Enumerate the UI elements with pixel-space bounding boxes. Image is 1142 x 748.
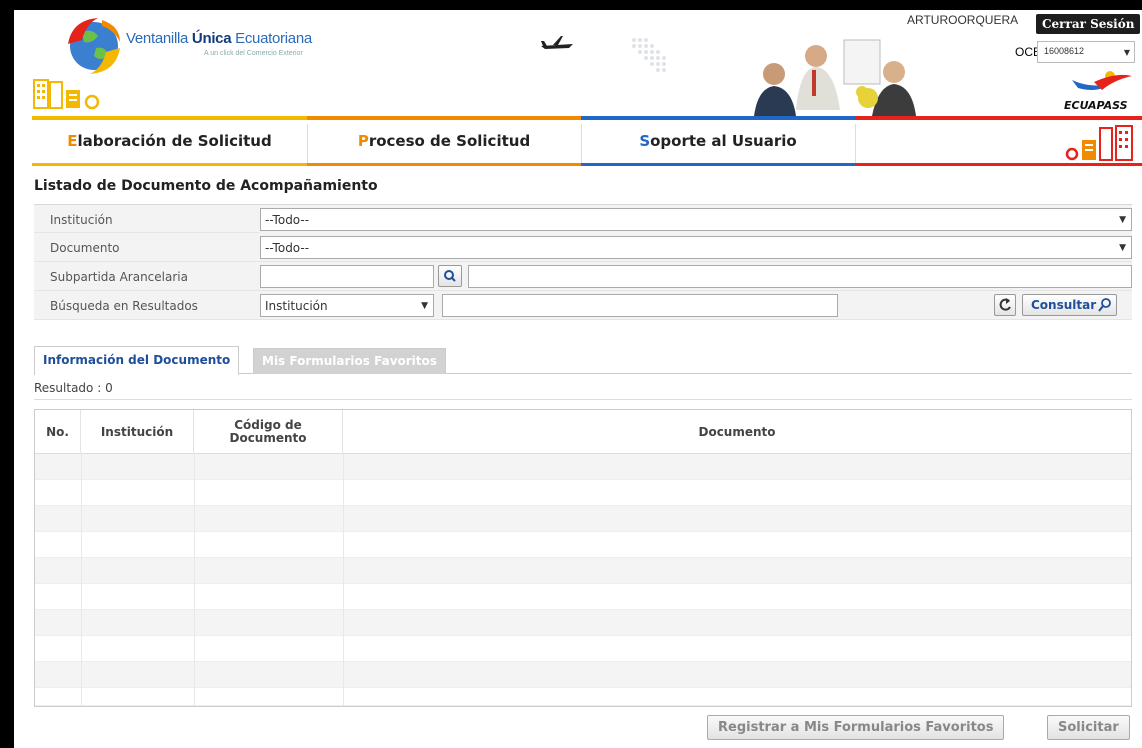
- logo-wordmark: Ventanilla Única Ecuatoriana: [126, 30, 312, 47]
- nav-item-proceso[interactable]: Proceso de Solicitud: [307, 116, 581, 166]
- nav-underline: [581, 163, 855, 166]
- busqueda-label: Búsqueda en Resultados: [50, 299, 198, 313]
- subpartida-label: Subpartida Arancelaria: [50, 270, 188, 284]
- nav-underline: [32, 163, 307, 166]
- subpartida-search-button[interactable]: [438, 265, 462, 287]
- filter-row-busqueda: Búsqueda en Resultados Institución ▼ Con…: [34, 291, 1132, 320]
- nav-accent-bar: [307, 116, 581, 120]
- app-frame: Ventanilla Única Ecuatoriana A un click …: [14, 10, 1142, 748]
- nav-accent-bar: [855, 116, 1142, 120]
- refresh-button[interactable]: [994, 294, 1016, 316]
- column-header-institucion[interactable]: Institución: [81, 410, 194, 454]
- institucion-select[interactable]: --Todo-- ▼: [260, 208, 1132, 231]
- tab-bar: Información del Documento Mis Formulario…: [34, 346, 1132, 375]
- nav-underline: [855, 163, 1142, 166]
- nav-item-elaboracion[interactable]: Elaboración de Solicitud: [32, 116, 307, 166]
- filter-form: Institución --Todo-- ▼ Documento --Todo-…: [34, 204, 1132, 320]
- column-header-documento[interactable]: Documento: [343, 410, 1131, 454]
- column-divider: [194, 454, 195, 706]
- ecuapass-swoosh-icon: [1072, 71, 1132, 90]
- filter-cell: Institución ▼ Consultar: [260, 291, 1132, 319]
- chevron-down-icon: ▼: [1119, 215, 1126, 225]
- nav-accent-bar: [32, 116, 307, 120]
- busqueda-field-select[interactable]: Institución ▼: [260, 294, 434, 317]
- building-document-red-icons: [1065, 125, 1133, 161]
- table-row: [35, 454, 1131, 480]
- table-row: [35, 636, 1131, 662]
- oce-select[interactable]: 16008612 ▼: [1037, 41, 1135, 63]
- institucion-label: Institución: [50, 213, 113, 227]
- building-document-icons: [33, 79, 100, 110]
- tab-mis-formularios-favoritos[interactable]: Mis Formularios Favoritos: [253, 348, 446, 374]
- nav-item-decoration: [855, 116, 1142, 166]
- filter-cell: --Todo-- ▼: [260, 205, 1132, 233]
- subpartida-description-field[interactable]: [468, 265, 1132, 288]
- institucion-selected-value: --Todo--: [265, 213, 310, 227]
- filter-row-documento: Documento --Todo-- ▼: [34, 233, 1132, 262]
- documents-table: No. Institución Código de Documento Docu…: [34, 409, 1132, 707]
- nav-item-label: Elaboración de Solicitud: [67, 132, 272, 150]
- table-row: [35, 532, 1131, 558]
- logout-button[interactable]: Cerrar Sesión: [1036, 14, 1141, 34]
- table-row: [35, 688, 1131, 706]
- busqueda-field-value: Institución: [265, 299, 328, 313]
- main-nav: Elaboración de Solicitud Proceso de Soli…: [32, 116, 1142, 166]
- window-titlebar: [0, 0, 1142, 10]
- busqueda-input[interactable]: [442, 294, 838, 317]
- filter-row-subpartida: Subpartida Arancelaria: [34, 262, 1132, 291]
- globe-logo-icon: [68, 18, 120, 74]
- documento-label: Documento: [50, 241, 120, 255]
- page-title: Listado de Documento de Acompañamiento: [34, 178, 378, 194]
- nav-item-label: Soporte al Usuario: [639, 132, 797, 150]
- header: Ventanilla Única Ecuatoriana A un click …: [14, 10, 1142, 120]
- table-row: [35, 584, 1131, 610]
- user-name: ARTUROORQUERA: [907, 13, 1019, 27]
- tab-informacion-documento[interactable]: Información del Documento: [34, 346, 240, 375]
- logo-tagline: A un click del Comercio Exterior: [204, 50, 303, 57]
- oce-selected-value: 16008612: [1044, 46, 1085, 56]
- chevron-down-icon: ▼: [1123, 48, 1130, 57]
- airplane-icon: [541, 36, 573, 49]
- table-row: [35, 506, 1131, 532]
- nav-underline: [307, 163, 581, 166]
- table-row: [35, 610, 1131, 636]
- result-count: Resultado : 0: [34, 381, 113, 395]
- documento-selected-value: --Todo--: [265, 241, 310, 255]
- ecuapass-wordmark: ECUAPASS: [1064, 99, 1128, 112]
- column-divider: [81, 454, 82, 706]
- table-row: [35, 662, 1131, 688]
- divider: [34, 399, 1132, 400]
- chevron-down-icon: ▼: [1119, 243, 1126, 253]
- nav-item-label: Proceso de Solicitud: [357, 132, 531, 150]
- nav-accent-bar: [581, 116, 855, 120]
- column-divider: [343, 454, 344, 706]
- table-row: [35, 558, 1131, 584]
- magnifier-icon: [1098, 298, 1112, 312]
- table-header: No. Institución Código de Documento Docu…: [35, 410, 1131, 454]
- column-header-codigo[interactable]: Código de Documento: [194, 410, 343, 454]
- refresh-icon: [999, 298, 1011, 311]
- filter-row-institucion: Institución --Todo-- ▼: [34, 204, 1132, 233]
- filter-cell: --Todo-- ▼: [260, 233, 1132, 261]
- solicitar-button[interactable]: Solicitar: [1047, 715, 1130, 740]
- consultar-label: Consultar: [1031, 298, 1097, 312]
- consultar-button[interactable]: Consultar: [1022, 294, 1118, 316]
- ecuapass-logo: ECUAPASS: [1064, 68, 1136, 112]
- documento-select[interactable]: --Todo-- ▼: [260, 236, 1132, 259]
- subpartida-input[interactable]: [260, 265, 434, 288]
- search-icon: [444, 270, 456, 282]
- column-header-no[interactable]: No.: [35, 410, 81, 454]
- table-row: [35, 480, 1131, 506]
- filter-cell: [260, 262, 1132, 290]
- register-favorites-button[interactable]: Registrar a Mis Formularios Favoritos: [707, 715, 1005, 740]
- nav-item-soporte[interactable]: Soporte al Usuario: [581, 116, 855, 166]
- chevron-down-icon: ▼: [421, 301, 428, 311]
